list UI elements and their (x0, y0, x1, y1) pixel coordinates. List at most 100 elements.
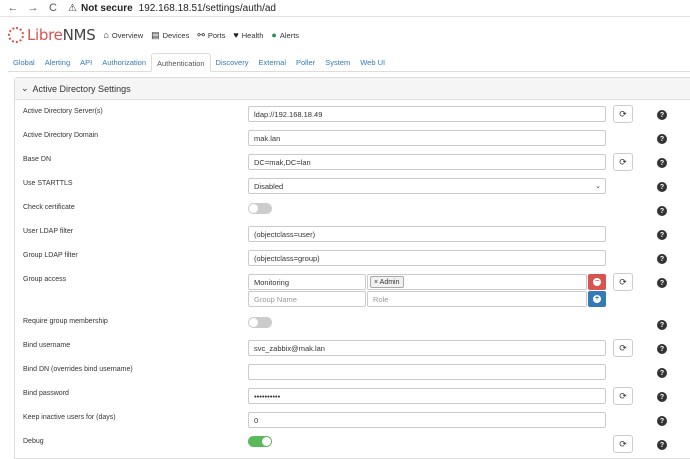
tab-authorization[interactable]: Authorization (97, 53, 151, 72)
chevron-down-icon: ⌄ (21, 83, 29, 93)
nav-alerts[interactable]: ● Alerts (271, 30, 299, 40)
base-dn-label: Base DN (23, 156, 52, 163)
remove-group-button[interactable]: − (588, 274, 606, 290)
nav-ports-label: Ports (207, 30, 226, 40)
help-icon[interactable]: ? (657, 158, 667, 168)
debug-toggle[interactable] (248, 436, 272, 447)
keep-inactive-input[interactable]: 0 (248, 412, 606, 428)
help-icon[interactable]: ? (657, 392, 667, 402)
settings-tabs: Global Alerting API Authorization Authen… (8, 53, 690, 72)
nav-alerts-label: Alerts (279, 30, 300, 40)
bind-dn-input[interactable] (248, 364, 606, 380)
starttls-label: Use STARTTLS (23, 180, 73, 187)
url-text[interactable]: 192.168.18.51/settings/auth/ad (139, 3, 276, 14)
heartbeat-icon: ♥ (233, 30, 239, 40)
panel-header[interactable]: ⌄ Active Directory Settings (15, 78, 690, 100)
ad-domain-input[interactable]: mak.lan (248, 130, 606, 146)
bind-dn-label: Bind DN (overrides bind username) (23, 366, 133, 373)
tab-alerting[interactable]: Alerting (40, 53, 75, 72)
nav-health[interactable]: ♥ Health (233, 30, 263, 40)
logo-mark-icon (8, 27, 24, 43)
nav-overview-label: Overview (111, 30, 144, 40)
nav-overview[interactable]: ⌂ Overview (103, 30, 143, 40)
bind-username-input[interactable]: svc_zabbix@mak.lan (248, 340, 606, 356)
reset-button[interactable]: ⟳ (613, 105, 633, 123)
debug-label: Debug (23, 438, 44, 445)
help-icon[interactable]: ? (657, 440, 667, 450)
base-dn-input[interactable]: DC=mak,DC=lan (248, 154, 606, 170)
add-group-button[interactable]: + (588, 291, 606, 307)
tab-discovery[interactable]: Discovery (211, 53, 254, 72)
warning-icon[interactable]: ⚠ (68, 3, 77, 14)
help-icon[interactable]: ? (657, 182, 667, 192)
reset-button[interactable]: ⟳ (613, 273, 633, 291)
reset-button[interactable]: ⟳ (613, 339, 633, 357)
help-icon[interactable]: ? (657, 278, 667, 288)
server-icon: ▤ (151, 29, 160, 40)
ad-server-label: Active Directory Server(s) (23, 108, 103, 115)
group-filter-label: Group LDAP filter (23, 252, 78, 259)
help-icon[interactable]: ? (657, 320, 667, 330)
nav-devices-label: Devices (162, 30, 190, 40)
group-filter-input[interactable]: (objectclass=group) (248, 250, 606, 266)
reload-icon[interactable]: C (46, 2, 60, 14)
user-filter-input[interactable]: (objectclass=user) (248, 226, 606, 242)
tab-external[interactable]: External (253, 53, 291, 72)
refresh-icon: ⟳ (619, 342, 627, 353)
help-icon[interactable]: ? (657, 206, 667, 216)
alert-icon: ● (271, 30, 277, 40)
ad-settings-panel: ⌄ Active Directory Settings Active Direc… (14, 77, 690, 459)
plus-icon: + (593, 295, 601, 303)
check-cert-toggle[interactable] (248, 203, 272, 214)
not-secure-label[interactable]: Not secure (81, 3, 133, 14)
tab-system[interactable]: System (320, 53, 355, 72)
toggle-knob (249, 318, 258, 327)
new-role-input[interactable]: Role (367, 291, 587, 307)
tab-poller[interactable]: Poller (291, 53, 320, 72)
refresh-icon: ⟳ (619, 438, 627, 449)
role-tag-admin[interactable]: × Admin (370, 276, 404, 288)
ad-server-input[interactable]: ldap://192.168.18.49 (248, 106, 606, 122)
toggle-knob (249, 204, 258, 213)
refresh-icon: ⟳ (619, 390, 627, 401)
brand-suffix: NMS (62, 26, 96, 44)
reset-button[interactable]: ⟳ (613, 153, 633, 171)
starttls-select[interactable]: Disabled ⌄ (248, 178, 606, 194)
address-bar[interactable]: ⚠ Not secure 192.168.18.51/settings/auth… (68, 1, 690, 16)
refresh-icon: ⟳ (619, 276, 627, 287)
user-filter-label: User LDAP filter (23, 228, 74, 235)
minus-icon: − (593, 278, 601, 286)
help-icon[interactable]: ? (657, 134, 667, 144)
back-icon[interactable]: ← (6, 2, 20, 14)
link-icon: ⚯ (197, 29, 205, 40)
nav-devices[interactable]: ▤ Devices (151, 30, 189, 41)
help-icon[interactable]: ? (657, 368, 667, 378)
help-icon[interactable]: ? (657, 416, 667, 426)
forward-icon[interactable]: → (26, 2, 40, 14)
group-name-input[interactable]: Monitoring (248, 274, 366, 290)
tab-authentication[interactable]: Authentication (151, 53, 211, 72)
group-access-label: Group access (23, 276, 67, 283)
help-icon[interactable]: ? (657, 344, 667, 354)
bind-password-label: Bind password (23, 390, 69, 397)
reset-button[interactable]: ⟳ (613, 387, 633, 405)
panel-title: Active Directory Settings (32, 83, 131, 94)
nav-ports[interactable]: ⚯ Ports (197, 30, 225, 41)
require-membership-toggle[interactable] (248, 317, 272, 328)
help-icon[interactable]: ? (657, 230, 667, 240)
starttls-value: Disabled (254, 181, 284, 191)
tab-webui[interactable]: Web UI (355, 53, 390, 72)
help-icon[interactable]: ? (657, 110, 667, 120)
tab-api[interactable]: API (75, 53, 97, 72)
require-membership-label: Require group membership (23, 318, 108, 325)
home-icon: ⌂ (103, 30, 109, 40)
bind-password-input[interactable]: •••••••••• (248, 388, 606, 404)
new-group-name-input[interactable]: Group Name (248, 291, 366, 307)
help-icon[interactable]: ? (657, 254, 667, 264)
librenms-logo[interactable]: LibreNMS (8, 26, 96, 44)
reset-button[interactable]: ⟳ (613, 435, 633, 453)
chevron-down-icon: ⌄ (595, 183, 601, 190)
nav-health-label: Health (241, 30, 264, 40)
tab-global[interactable]: Global (8, 53, 40, 72)
toggle-knob (262, 437, 271, 446)
